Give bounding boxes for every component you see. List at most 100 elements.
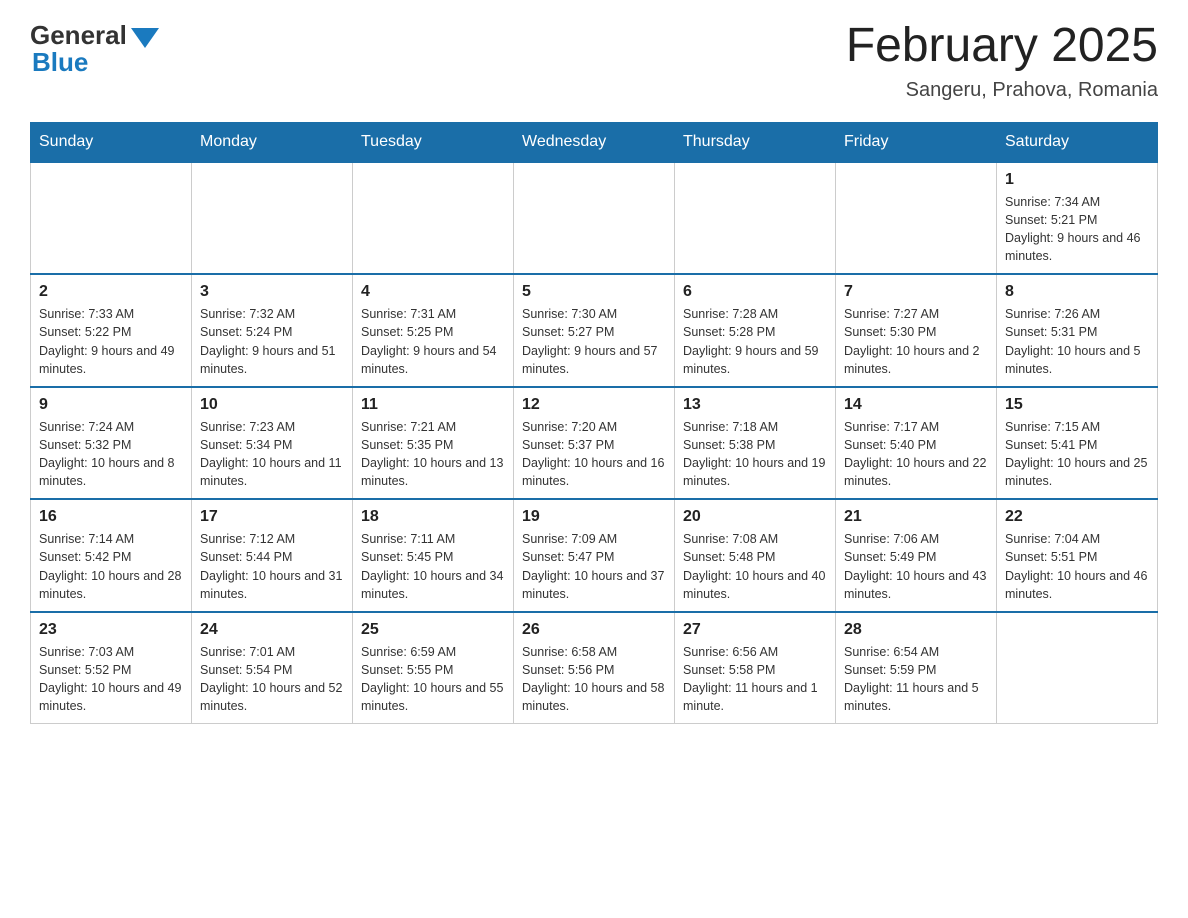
calendar-cell: 17 Sunrise: 7:12 AMSunset: 5:44 PMDayligh…	[192, 499, 353, 612]
calendar-cell	[353, 162, 514, 275]
day-number: 23	[39, 621, 183, 639]
day-number: 11	[361, 396, 505, 414]
day-info: Sunrise: 7:15 AMSunset: 5:41 PMDaylight:…	[1005, 418, 1149, 491]
day-number: 6	[683, 283, 827, 301]
day-number: 14	[844, 396, 988, 414]
calendar-cell	[192, 162, 353, 275]
day-info: Sunrise: 7:09 AMSunset: 5:47 PMDaylight:…	[522, 530, 666, 603]
day-number: 19	[522, 508, 666, 526]
weekday-header-thursday: Thursday	[675, 122, 836, 162]
calendar-week-0: 1 Sunrise: 7:34 AMSunset: 5:21 PMDaylight…	[31, 162, 1158, 275]
day-number: 24	[200, 621, 344, 639]
day-info: Sunrise: 7:30 AMSunset: 5:27 PMDaylight:…	[522, 305, 666, 378]
calendar-cell: 6 Sunrise: 7:28 AMSunset: 5:28 PMDaylight…	[675, 274, 836, 387]
weekday-header-friday: Friday	[836, 122, 997, 162]
calendar-cell	[514, 162, 675, 275]
day-number: 28	[844, 621, 988, 639]
day-info: Sunrise: 7:11 AMSunset: 5:45 PMDaylight:…	[361, 530, 505, 603]
day-info: Sunrise: 7:32 AMSunset: 5:24 PMDaylight:…	[200, 305, 344, 378]
day-info: Sunrise: 6:56 AMSunset: 5:58 PMDaylight:…	[683, 643, 827, 716]
day-info: Sunrise: 7:06 AMSunset: 5:49 PMDaylight:…	[844, 530, 988, 603]
day-info: Sunrise: 6:59 AMSunset: 5:55 PMDaylight:…	[361, 643, 505, 716]
day-number: 8	[1005, 283, 1149, 301]
calendar-cell: 27 Sunrise: 6:56 AMSunset: 5:58 PMDayligh…	[675, 612, 836, 724]
day-number: 4	[361, 283, 505, 301]
calendar-cell: 9 Sunrise: 7:24 AMSunset: 5:32 PMDaylight…	[31, 387, 192, 500]
calendar-cell: 16 Sunrise: 7:14 AMSunset: 5:42 PMDayligh…	[31, 499, 192, 612]
calendar-cell: 2 Sunrise: 7:33 AMSunset: 5:22 PMDaylight…	[31, 274, 192, 387]
day-number: 12	[522, 396, 666, 414]
day-info: Sunrise: 7:17 AMSunset: 5:40 PMDaylight:…	[844, 418, 988, 491]
day-number: 17	[200, 508, 344, 526]
calendar-cell: 8 Sunrise: 7:26 AMSunset: 5:31 PMDaylight…	[997, 274, 1158, 387]
calendar-cell: 4 Sunrise: 7:31 AMSunset: 5:25 PMDaylight…	[353, 274, 514, 387]
weekday-header-tuesday: Tuesday	[353, 122, 514, 162]
calendar-cell: 25 Sunrise: 6:59 AMSunset: 5:55 PMDayligh…	[353, 612, 514, 724]
calendar-cell: 15 Sunrise: 7:15 AMSunset: 5:41 PMDayligh…	[997, 387, 1158, 500]
weekday-header-saturday: Saturday	[997, 122, 1158, 162]
day-number: 18	[361, 508, 505, 526]
day-info: Sunrise: 7:18 AMSunset: 5:38 PMDaylight:…	[683, 418, 827, 491]
calendar-cell: 13 Sunrise: 7:18 AMSunset: 5:38 PMDayligh…	[675, 387, 836, 500]
calendar-cell: 3 Sunrise: 7:32 AMSunset: 5:24 PMDaylight…	[192, 274, 353, 387]
calendar-cell: 7Sunrise: 7:27 AMSunset: 5:30 PMDaylight…	[836, 274, 997, 387]
day-number: 3	[200, 283, 344, 301]
day-number: 20	[683, 508, 827, 526]
title-section: February 2025 Sangeru, Prahova, Romania	[846, 20, 1158, 102]
day-info: Sunrise: 7:31 AMSunset: 5:25 PMDaylight:…	[361, 305, 505, 378]
day-info: Sunrise: 7:27 AMSunset: 5:30 PMDaylight:…	[844, 305, 988, 378]
day-number: 9	[39, 396, 183, 414]
calendar-week-1: 2 Sunrise: 7:33 AMSunset: 5:22 PMDaylight…	[31, 274, 1158, 387]
calendar-cell: 24Sunrise: 7:01 AMSunset: 5:54 PMDayligh…	[192, 612, 353, 724]
page-header: General Blue February 2025 Sangeru, Prah…	[30, 20, 1158, 102]
weekday-header-monday: Monday	[192, 122, 353, 162]
day-info: Sunrise: 7:12 AMSunset: 5:44 PMDaylight:…	[200, 530, 344, 603]
calendar-week-4: 23 Sunrise: 7:03 AMSunset: 5:52 PMDayligh…	[31, 612, 1158, 724]
calendar-cell	[997, 612, 1158, 724]
location-text: Sangeru, Prahova, Romania	[846, 79, 1158, 102]
calendar-cell: 5 Sunrise: 7:30 AMSunset: 5:27 PMDaylight…	[514, 274, 675, 387]
calendar-cell: 11 Sunrise: 7:21 AMSunset: 5:35 PMDayligh…	[353, 387, 514, 500]
calendar-cell: 20 Sunrise: 7:08 AMSunset: 5:48 PMDayligh…	[675, 499, 836, 612]
weekday-header-wednesday: Wednesday	[514, 122, 675, 162]
day-info: Sunrise: 7:26 AMSunset: 5:31 PMDaylight:…	[1005, 305, 1149, 378]
weekday-header-sunday: Sunday	[31, 122, 192, 162]
day-number: 13	[683, 396, 827, 414]
day-info: Sunrise: 7:34 AMSunset: 5:21 PMDaylight:…	[1005, 193, 1149, 266]
day-number: 1	[1005, 171, 1149, 189]
day-number: 26	[522, 621, 666, 639]
day-info: Sunrise: 7:21 AMSunset: 5:35 PMDaylight:…	[361, 418, 505, 491]
calendar-cell: 1 Sunrise: 7:34 AMSunset: 5:21 PMDaylight…	[997, 162, 1158, 275]
day-number: 5	[522, 283, 666, 301]
day-number: 27	[683, 621, 827, 639]
calendar-cell: 12 Sunrise: 7:20 AMSunset: 5:37 PMDayligh…	[514, 387, 675, 500]
day-number: 15	[1005, 396, 1149, 414]
day-info: Sunrise: 6:54 AMSunset: 5:59 PMDaylight:…	[844, 643, 988, 716]
day-info: Sunrise: 6:58 AMSunset: 5:56 PMDaylight:…	[522, 643, 666, 716]
calendar-table: SundayMondayTuesdayWednesdayThursdayFrid…	[30, 122, 1158, 725]
logo-blue-text: Blue	[30, 47, 88, 78]
day-number: 21	[844, 508, 988, 526]
calendar-cell: 19 Sunrise: 7:09 AMSunset: 5:47 PMDayligh…	[514, 499, 675, 612]
calendar-cell: 18 Sunrise: 7:11 AMSunset: 5:45 PMDayligh…	[353, 499, 514, 612]
calendar-cell	[31, 162, 192, 275]
logo: General Blue	[30, 20, 159, 78]
day-info: Sunrise: 7:23 AMSunset: 5:34 PMDaylight:…	[200, 418, 344, 491]
day-info: Sunrise: 7:28 AMSunset: 5:28 PMDaylight:…	[683, 305, 827, 378]
day-info: Sunrise: 7:14 AMSunset: 5:42 PMDaylight:…	[39, 530, 183, 603]
month-title: February 2025	[846, 20, 1158, 73]
calendar-cell: 21 Sunrise: 7:06 AMSunset: 5:49 PMDayligh…	[836, 499, 997, 612]
day-info: Sunrise: 7:03 AMSunset: 5:52 PMDaylight:…	[39, 643, 183, 716]
day-number: 22	[1005, 508, 1149, 526]
calendar-cell: 23 Sunrise: 7:03 AMSunset: 5:52 PMDayligh…	[31, 612, 192, 724]
calendar-cell: 26 Sunrise: 6:58 AMSunset: 5:56 PMDayligh…	[514, 612, 675, 724]
day-number: 2	[39, 283, 183, 301]
day-number: 25	[361, 621, 505, 639]
calendar-cell	[836, 162, 997, 275]
weekday-header-row: SundayMondayTuesdayWednesdayThursdayFrid…	[31, 122, 1158, 162]
day-info: Sunrise: 7:24 AMSunset: 5:32 PMDaylight:…	[39, 418, 183, 491]
day-number: 16	[39, 508, 183, 526]
day-info: Sunrise: 7:20 AMSunset: 5:37 PMDaylight:…	[522, 418, 666, 491]
day-info: Sunrise: 7:33 AMSunset: 5:22 PMDaylight:…	[39, 305, 183, 378]
day-info: Sunrise: 7:08 AMSunset: 5:48 PMDaylight:…	[683, 530, 827, 603]
